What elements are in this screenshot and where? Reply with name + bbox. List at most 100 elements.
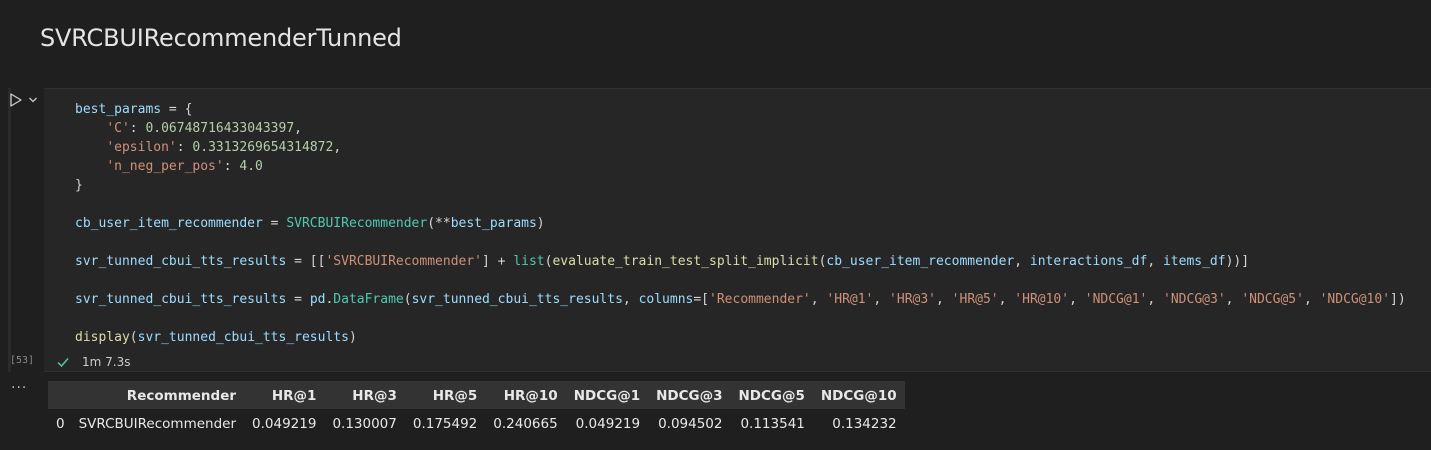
code-block[interactable]: best_params = { 'C': 0.06748716433043397…	[75, 100, 1406, 347]
code-token: DataFrame	[333, 292, 404, 307]
table-header-cell: HR@5	[432, 387, 478, 404]
code-token: ,	[1147, 292, 1164, 307]
table-cell: 0.175492	[412, 415, 478, 432]
table-header-cell: NDCG@10	[820, 387, 897, 404]
code-token: ,	[998, 292, 1015, 307]
code-token: )	[348, 330, 357, 345]
code-token: 'Recommender'	[709, 292, 811, 307]
code-token: svr_tunned_cbui_tts_results	[411, 292, 623, 307]
table-header-cell	[48, 381, 71, 409]
code-token: ,	[1303, 292, 1320, 307]
markdown-heading: SVRCBUIRecommenderTunned	[40, 24, 402, 52]
code-token: pd	[309, 292, 326, 307]
execution-status: 1m 7.3s	[56, 353, 130, 371]
code-token: 'C'	[106, 121, 130, 136]
code-token: best_params	[75, 102, 162, 117]
table-cell: 0.094502	[658, 415, 723, 432]
table-cell: SVRCBUIRecommender	[78, 415, 237, 432]
code-token: :	[176, 140, 193, 155]
table-header-cell: NDCG@1	[573, 387, 641, 404]
table-cell: 0.240665	[493, 415, 558, 432]
code-token: 'epsilon'	[106, 140, 177, 155]
code-token: ,	[1225, 292, 1242, 307]
code-token: ))]	[1225, 254, 1250, 269]
table-cell: 0.113541	[740, 415, 805, 432]
code-token: 'n_neg_per_pos'	[106, 159, 224, 174]
code-token: ])	[1390, 292, 1406, 307]
cell-focus-strip	[8, 88, 11, 372]
dataframe-output: Recommender HR@1 HR@3 HR@5 HR@10 NDCG@1 NDCG@3…	[48, 381, 905, 437]
code-token: = [[	[286, 254, 326, 269]
code-token: 'NDCG@10'	[1319, 292, 1391, 307]
code-token: svr_tunned_cbui_tts_results	[137, 330, 349, 345]
table-header-cell: HR@1	[271, 387, 317, 404]
table-cell: 0.130007	[332, 415, 397, 432]
code-token: )	[536, 216, 545, 231]
code-token: ] +	[482, 254, 514, 269]
code-token: list	[513, 254, 545, 269]
code-token: cb_user_item_recommender	[826, 254, 1015, 269]
code-token: =	[262, 216, 287, 231]
code-line: 'C': 0.06748716433043397,	[75, 119, 1406, 138]
output-more-button[interactable]: ···	[11, 380, 27, 396]
table-header-cell: HR@10	[503, 387, 558, 404]
code-token: svr_tunned_cbui_tts_results	[75, 254, 287, 269]
code-token: :	[223, 159, 240, 174]
table-cell: 0	[56, 415, 65, 432]
code-token: (	[129, 330, 138, 345]
execution-duration: 1m 7.3s	[82, 355, 131, 369]
code-line: }	[75, 176, 1406, 195]
execution-count: [53]	[10, 355, 35, 366]
code-token: 'NDCG@3'	[1163, 292, 1226, 307]
code-token: =	[286, 292, 310, 307]
code-token: 'NDCG@5'	[1241, 292, 1304, 307]
table-header-cell: NDCG@3	[656, 387, 723, 404]
code-token: :	[129, 121, 146, 136]
table-cell: 0.049219	[575, 415, 641, 432]
code-token: ,	[873, 292, 890, 307]
cell-run-controls[interactable]	[8, 92, 44, 108]
code-token: ,	[333, 140, 342, 155]
chevron-down-icon[interactable]	[28, 94, 38, 106]
code-line: svr_tunned_cbui_tts_results = pd.DataFra…	[75, 290, 1406, 309]
code-line: cb_user_item_recommender = SVRCBUIRecomm…	[75, 214, 1406, 233]
code-token: ,	[1014, 254, 1030, 269]
code-token: ,	[622, 292, 639, 307]
code-token: display	[75, 330, 130, 345]
code-token: ,	[1147, 254, 1163, 269]
code-token: ,	[1069, 292, 1085, 307]
table-header-cell: Recommender	[126, 387, 237, 404]
table-cell: 0.049219	[252, 415, 317, 432]
code-token: =[	[693, 292, 710, 307]
code-token: (**	[427, 216, 451, 231]
code-token: 'NDCG@1'	[1084, 292, 1148, 307]
code-token: evaluate_train_test_split_implicit	[552, 254, 819, 269]
code-line: svr_tunned_cbui_tts_results = [['SVRCBUI…	[75, 252, 1406, 271]
code-line: display(svr_tunned_cbui_tts_results)	[75, 328, 1406, 347]
code-token: ,	[810, 292, 827, 307]
code-token: 'SVRCBUIRecommender'	[325, 254, 483, 269]
run-icon[interactable]	[8, 92, 24, 108]
table-header-row: Recommender HR@1 HR@3 HR@5 HR@10 NDCG@1 NDCG@3…	[48, 381, 905, 409]
code-token: 'HR@10'	[1014, 292, 1070, 307]
code-token: 'HR@1'	[826, 292, 874, 307]
code-token: 'HR@5'	[951, 292, 999, 307]
code-token: columns	[638, 292, 694, 307]
code-token: svr_tunned_cbui_tts_results	[75, 292, 287, 307]
code-token: interactions_df	[1029, 254, 1148, 269]
code-token: cb_user_item_recommender	[75, 216, 263, 231]
code-token: }	[75, 178, 83, 193]
code-line: best_params = {	[75, 100, 1406, 119]
table-header-cell: HR@3	[352, 387, 397, 404]
check-icon	[57, 358, 69, 368]
code-token: 'HR@3'	[889, 292, 937, 307]
code-token: = {	[161, 102, 193, 117]
code-token: best_params	[450, 216, 537, 231]
